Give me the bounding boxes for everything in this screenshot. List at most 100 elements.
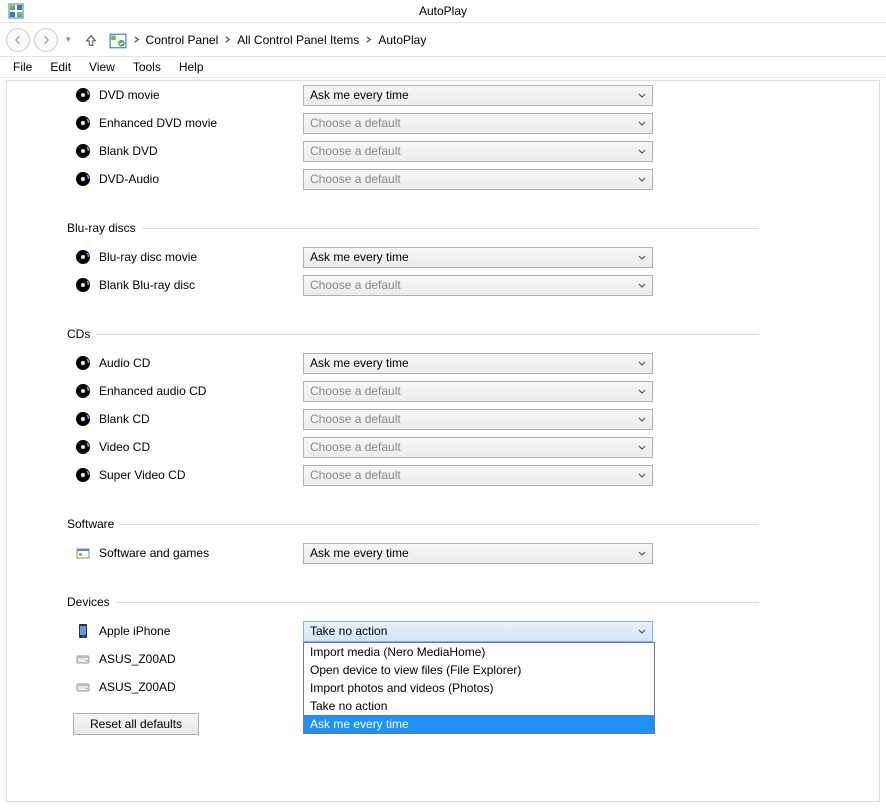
dropdown-value: Ask me every time [310,546,409,560]
disc-icon [75,355,93,371]
autoplay-row: DVD movie Ask me every time [75,81,759,109]
disc-icon [75,277,93,293]
recent-locations-icon[interactable]: ▾ [62,34,73,45]
dropdown-option[interactable]: Open device to view files (File Explorer… [304,661,654,679]
chevron-right-icon[interactable] [133,36,140,43]
breadcrumb-item[interactable]: All Control Panel Items [231,31,365,49]
dropdown-option[interactable]: Ask me every time [304,715,654,733]
autoplay-label: Enhanced audio CD [99,384,303,398]
forward-button[interactable] [34,28,58,52]
autoplay-label: Super Video CD [99,468,303,482]
section-title: CDs [67,327,90,341]
autoplay-row: DVD-Audio Choose a default [75,165,759,193]
autoplay-label: Apple iPhone [99,624,303,638]
dropdown-value: Ask me every time [310,250,409,264]
autoplay-row: Software and games Ask me every time [75,539,759,567]
autoplay-dropdown[interactable]: Ask me every time [303,543,653,564]
autoplay-dropdown[interactable]: Choose a default [303,437,653,458]
disc-icon [75,249,93,265]
up-button[interactable] [81,30,101,50]
dropdown-value: Ask me every time [310,88,409,102]
dropdown-value: Choose a default [310,278,401,292]
autoplay-label: Software and games [99,546,303,560]
autoplay-label: Blank CD [99,412,303,426]
dropdown-value: Ask me every time [310,356,409,370]
section-header: CDs [67,327,759,341]
dropdown-value: Take no action [310,624,387,638]
phone-icon [75,623,93,639]
disc-icon [75,143,93,159]
dropdown-value: Choose a default [310,144,401,158]
disc-icon [75,115,93,131]
autoplay-dropdown[interactable]: Take no actionImport media (Nero MediaHo… [303,621,653,642]
autoplay-dropdown[interactable]: Choose a default [303,465,653,486]
autoplay-dropdown[interactable]: Ask me every time [303,353,653,374]
section-title: Blu-ray discs [67,221,136,235]
disc-icon [75,171,93,187]
autoplay-row: Enhanced DVD movieChoose a default [75,109,759,137]
autoplay-row: Video CD Choose a default [75,433,759,461]
autoplay-label: ASUS_Z00AD [99,680,303,694]
autoplay-dropdown[interactable]: Choose a default [303,141,653,162]
menu-help[interactable]: Help [170,58,213,76]
section-header: Blu-ray discs [67,221,759,235]
autoplay-label: Blu-ray disc movie [99,250,303,264]
autoplay-label: Blank Blu-ray disc [99,278,303,292]
section-header: Software [67,517,759,531]
disc-icon [75,439,93,455]
menu-view[interactable]: View [80,58,124,76]
address-icon [109,32,127,48]
autoplay-dropdown[interactable]: Choose a default [303,275,653,296]
dropdown-value: Choose a default [310,468,401,482]
autoplay-dropdown[interactable]: Ask me every time [303,247,653,268]
autoplay-label: Video CD [99,440,303,454]
autoplay-dropdown[interactable]: Choose a default [303,169,653,190]
dropdown-option[interactable]: Import photos and videos (Photos) [304,679,654,697]
autoplay-label: DVD-Audio [99,172,303,186]
breadcrumb-item[interactable]: Control Panel [140,31,225,49]
dropdown-option[interactable]: Take no action [304,697,654,715]
autoplay-row: Apple iPhoneTake no actionImport media (… [75,617,759,645]
disc-icon [75,411,93,427]
autoplay-dropdown[interactable]: Choose a default [303,381,653,402]
section-header: Devices [67,595,759,609]
menu-edit[interactable]: Edit [41,58,80,76]
disc-icon [75,87,93,103]
disc-icon [75,467,93,483]
chevron-right-icon[interactable] [224,36,231,43]
autoplay-row: Audio CD Ask me every time [75,349,759,377]
drive-icon [75,679,93,695]
breadcrumb[interactable]: Control Panel All Control Panel Items Au… [131,28,880,52]
dropdown-value: Choose a default [310,172,401,186]
autoplay-row: Super Video CD Choose a default [75,461,759,489]
autoplay-dropdown[interactable]: Choose a default [303,409,653,430]
autoplay-label: DVD movie [99,88,303,102]
autoplay-row: Blank Blu-ray disc Choose a default [75,271,759,299]
menu-file[interactable]: File [4,58,41,76]
dropdown-value: Choose a default [310,384,401,398]
dropdown-value: Choose a default [310,116,401,130]
section-title: Software [67,517,114,531]
menu-bar: File Edit View Tools Help [0,56,886,78]
dropdown-value: Choose a default [310,412,401,426]
reset-defaults-button[interactable]: Reset all defaults [73,713,199,735]
autoplay-dropdown[interactable]: Choose a default [303,113,653,134]
software-icon [75,545,93,561]
window-title: AutoPlay [419,4,467,18]
chevron-right-icon[interactable] [365,36,372,43]
back-button[interactable] [6,28,30,52]
section-title: Devices [67,595,110,609]
disc-icon [75,383,93,399]
autoplay-label: ASUS_Z00AD [99,652,303,666]
dropdown-list: Import media (Nero MediaHome)Open device… [303,642,655,734]
autoplay-label: Audio CD [99,356,303,370]
autoplay-row: Blank DVDChoose a default [75,137,759,165]
autoplay-dropdown[interactable]: Ask me every time [303,85,653,106]
dropdown-value: Choose a default [310,440,401,454]
autoplay-row: Blank CD Choose a default [75,405,759,433]
app-icon [8,3,24,19]
dropdown-option[interactable]: Import media (Nero MediaHome) [304,643,654,661]
menu-tools[interactable]: Tools [124,58,170,76]
breadcrumb-item[interactable]: AutoPlay [372,31,432,49]
autoplay-row: Blu-ray disc movie Ask me every time [75,243,759,271]
